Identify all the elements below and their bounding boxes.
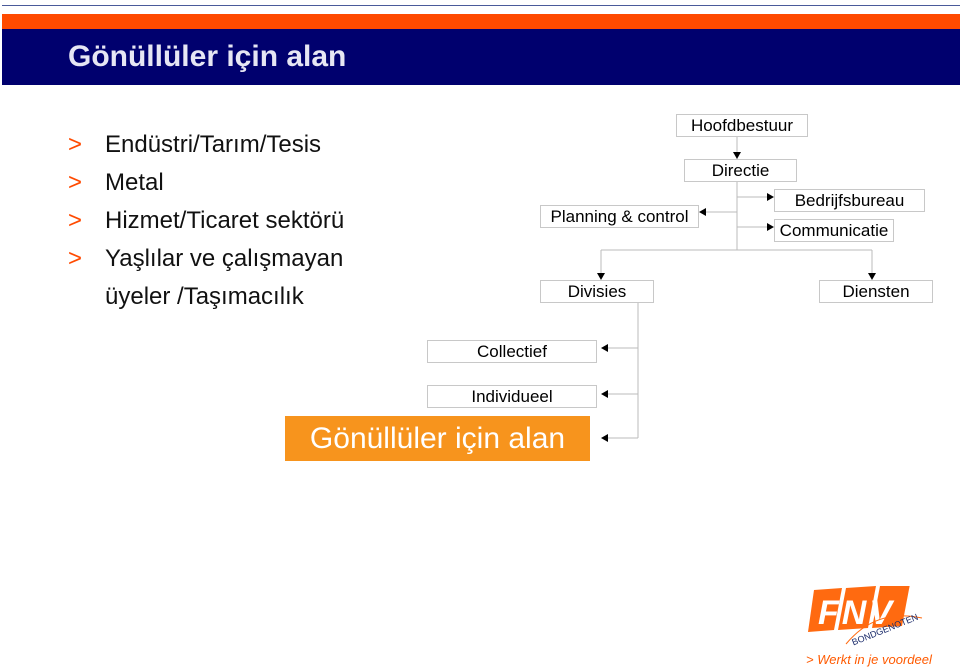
org-box-collectief: Collectief (427, 340, 597, 363)
arrow-left-icon (601, 390, 608, 398)
arrow-left-icon (601, 434, 608, 442)
org-box-diensten: Diensten (819, 280, 933, 303)
org-box-directie: Directie (684, 159, 797, 182)
org-box-individueel: Individueel (427, 385, 597, 408)
fnv-logo: FNV BONDGENOTEN (808, 586, 923, 646)
arrow-down-icon (733, 152, 741, 159)
arrow-down-icon (868, 273, 876, 280)
highlight-box: Gönüllüler için alan (285, 416, 590, 461)
arrow-right-icon (767, 193, 774, 201)
arrow-right-icon (767, 223, 774, 231)
org-box-hoofdbestuur: Hoofdbestuur (676, 114, 808, 137)
org-box-divisies: Divisies (540, 280, 654, 303)
arrow-down-icon (597, 273, 605, 280)
slide: Gönüllüler için alan > Endüstri/Tarım/Tes… (0, 0, 960, 669)
org-box-bedrijfsbureau: Bedrijfsbureau (774, 189, 925, 212)
org-box-communicatie: Communicatie (774, 219, 894, 242)
arrow-left-icon (601, 344, 608, 352)
org-connectors (597, 137, 876, 442)
arrow-left-icon (699, 208, 706, 216)
org-box-planning-control: Planning & control (540, 205, 699, 228)
slogan: > Werkt in je voordeel (806, 652, 932, 667)
